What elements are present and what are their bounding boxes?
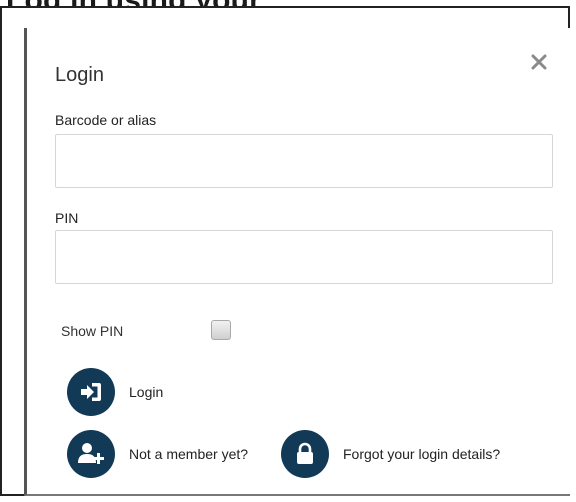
pin-input[interactable] (55, 230, 553, 284)
login-button[interactable]: Login (67, 368, 163, 416)
lock-icon (281, 430, 329, 478)
barcode-input[interactable] (55, 134, 553, 188)
login-dialog: Login Barcode or alias PIN Show PIN Logi… (24, 28, 570, 496)
register-label: Not a member yet? (129, 446, 249, 462)
dialog-title: Login (55, 64, 104, 86)
forgot-login-button[interactable]: Forgot your login details? (281, 430, 500, 478)
outer-frame: Login Barcode or alias PIN Show PIN Logi… (0, 6, 570, 496)
show-pin-checkbox[interactable] (211, 320, 231, 340)
pin-label: PIN (55, 210, 79, 226)
page: Log in using your Login Barcode or alias… (0, 0, 576, 502)
show-pin-label: Show PIN (61, 323, 124, 339)
close-icon (531, 54, 547, 70)
register-button[interactable]: Not a member yet? (67, 430, 248, 478)
login-label: Login (129, 384, 164, 400)
forgot-label: Forgot your login details? (343, 446, 501, 462)
add-user-icon (67, 430, 115, 478)
barcode-label: Barcode or alias (55, 112, 157, 128)
sign-in-icon (67, 368, 115, 416)
close-button[interactable] (527, 50, 551, 74)
